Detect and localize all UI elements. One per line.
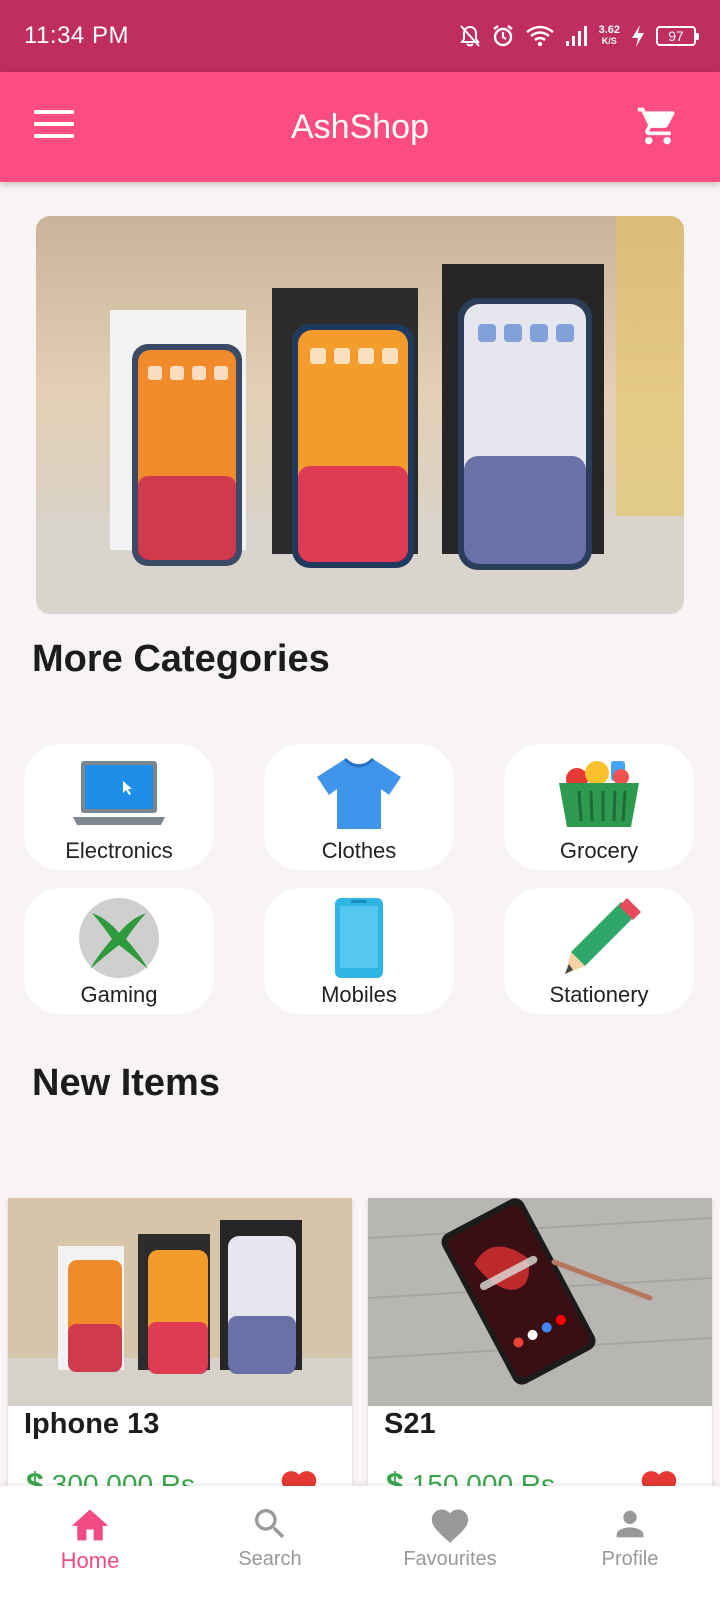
nav-favourites[interactable]: Favourites xyxy=(360,1486,540,1600)
mute-bell-icon xyxy=(459,25,480,47)
category-label: Grocery xyxy=(559,838,639,863)
nav-search[interactable]: Search xyxy=(180,1486,360,1600)
category-label: Stationery xyxy=(549,982,649,1007)
tshirt-icon xyxy=(315,752,403,836)
product-name: S21 xyxy=(384,1408,436,1440)
home-icon xyxy=(71,1509,109,1541)
bottom-navigation: Home Search Favourites Profile xyxy=(0,1486,720,1600)
net-speed-value: 3.62 xyxy=(598,24,620,36)
category-electronics[interactable]: Electronics xyxy=(24,744,214,870)
battery-icon: 97 xyxy=(656,26,699,46)
banner-carousel[interactable] xyxy=(36,216,684,614)
wifi-icon xyxy=(525,25,554,47)
category-gaming[interactable]: Gaming xyxy=(24,888,214,1014)
product-card-s21[interactable]: S21 $ 150,000 Rs xyxy=(368,1198,712,1498)
category-label: Electronics xyxy=(65,838,173,863)
nav-profile[interactable]: Profile xyxy=(540,1486,720,1600)
profile-icon xyxy=(616,1510,644,1538)
status-bar: 11:34 PM 3.62 K/S 97 xyxy=(0,0,720,72)
pencil-icon xyxy=(557,896,641,980)
category-stationery[interactable]: Stationery xyxy=(504,888,694,1014)
battery-level: 97 xyxy=(668,28,684,44)
net-speed-unit: K/S xyxy=(601,36,617,46)
status-time: 11:34 PM xyxy=(24,22,129,49)
hamburger-menu-icon[interactable] xyxy=(34,110,74,144)
product-name: Iphone 13 xyxy=(24,1408,160,1440)
cart-icon[interactable] xyxy=(636,104,680,153)
nav-label: Home xyxy=(60,1548,120,1573)
xbox-icon xyxy=(78,896,160,980)
iphone-13-lineup-photo xyxy=(36,216,684,614)
nav-label: Profile xyxy=(601,1548,659,1570)
category-label: Clothes xyxy=(321,838,397,863)
status-icons: 3.62 K/S 97 xyxy=(459,24,699,48)
grocery-basket-icon xyxy=(555,752,643,836)
signal-icon xyxy=(565,26,587,46)
samsung-s21-photo xyxy=(368,1198,712,1406)
category-mobiles[interactable]: Mobiles xyxy=(264,888,454,1014)
product-card-iphone-13[interactable]: Iphone 13 $ 300,000 Rs xyxy=(8,1198,352,1498)
laptop-icon xyxy=(71,752,167,836)
category-grocery[interactable]: Grocery xyxy=(504,744,694,870)
category-clothes[interactable]: Clothes xyxy=(264,744,454,870)
heart-icon xyxy=(431,1509,469,1543)
nav-home[interactable]: Home xyxy=(0,1486,180,1600)
alarm-icon xyxy=(492,25,513,47)
net-speed: 3.62 K/S xyxy=(599,25,620,47)
search-icon xyxy=(255,1509,285,1539)
app-bar: AshShop xyxy=(0,72,720,182)
category-label: Mobiles xyxy=(321,982,397,1007)
category-label: Gaming xyxy=(80,982,158,1007)
mobile-phone-icon xyxy=(333,896,385,980)
nav-label: Favourites xyxy=(403,1548,497,1570)
categories-title: More Categories xyxy=(32,638,330,680)
nav-label: Search xyxy=(238,1548,302,1570)
iphone-13-photo xyxy=(8,1198,352,1406)
charging-bolt-icon xyxy=(632,25,644,47)
new-items-title: New Items xyxy=(32,1062,220,1104)
app-title: AshShop xyxy=(291,107,429,146)
